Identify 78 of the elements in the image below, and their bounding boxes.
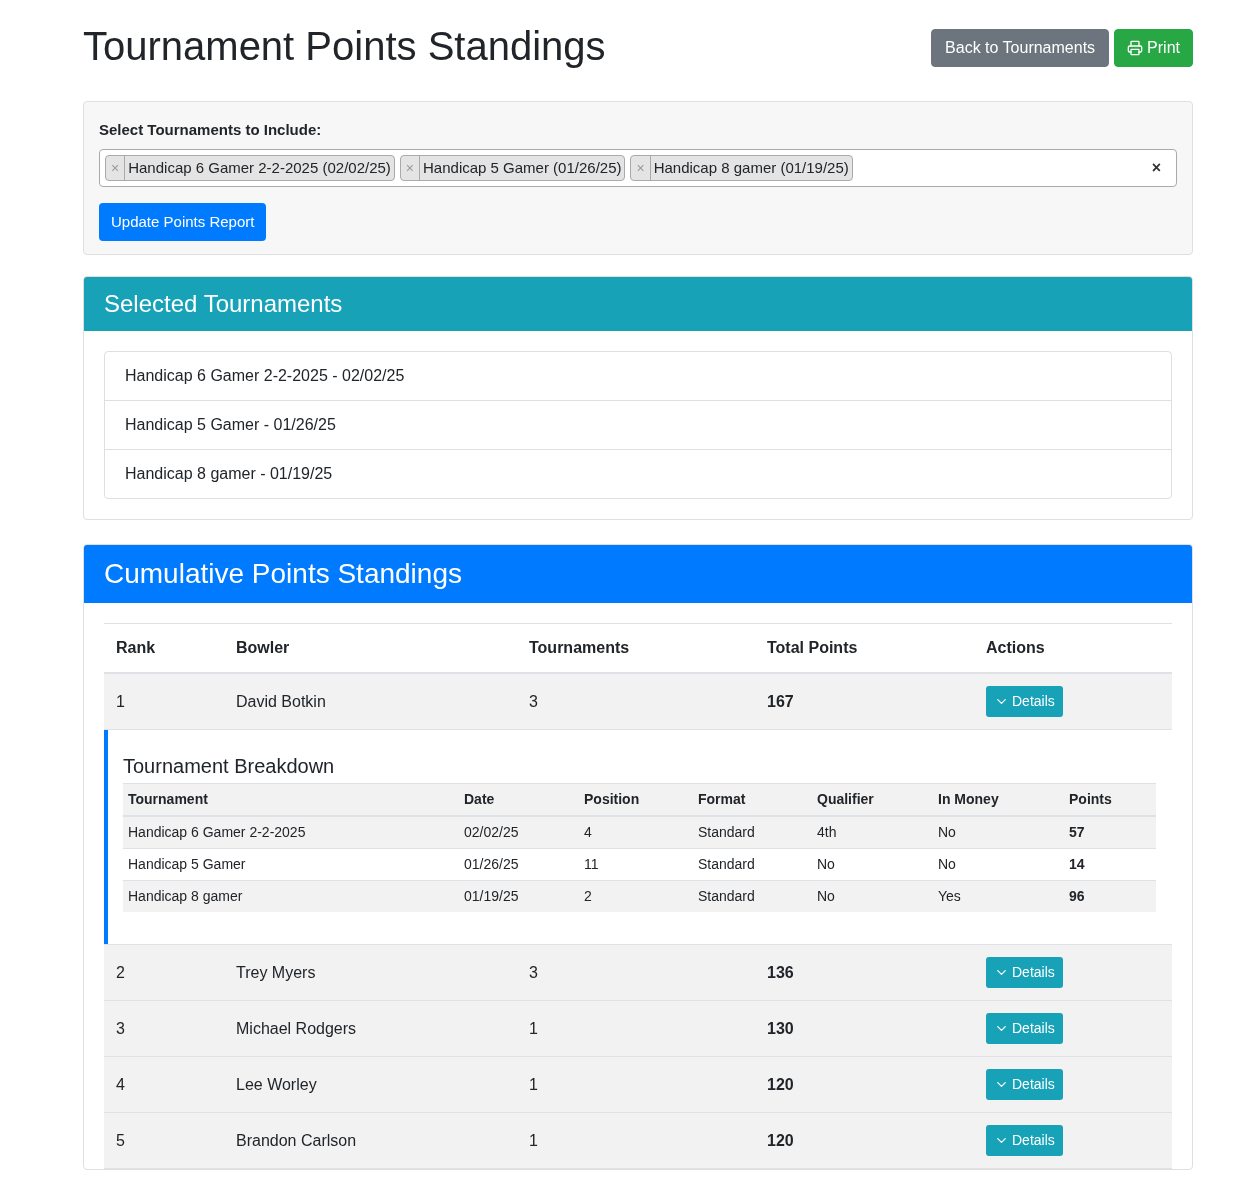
table-cell: 57: [1064, 816, 1156, 849]
remove-tag-button[interactable]: ×: [631, 156, 651, 180]
tournaments-cell: 3: [517, 944, 755, 1001]
column-header: Points: [1064, 783, 1156, 816]
tournament-list-item: Handicap 6 Gamer 2-2-2025 - 02/02/25: [124, 366, 406, 386]
table-cell: 11: [579, 848, 693, 881]
column-header: Position: [579, 783, 693, 816]
table-cell: 02/02/25: [459, 816, 579, 849]
total-points-cell: 120: [755, 1112, 974, 1169]
table-cell: Standard: [693, 848, 812, 881]
table-cell: 4: [579, 816, 693, 849]
tag-label: Handicap 6 Gamer 2-2-2025 (02/02/25): [127, 157, 392, 178]
table-cell: No: [933, 848, 1064, 881]
page-title: Tournament Points Standings: [83, 24, 606, 68]
clear-button[interactable]: ×: [1151, 158, 1161, 178]
tournaments-cell: 1: [517, 1000, 755, 1057]
rank-cell: 5: [104, 1112, 224, 1169]
printer-icon: [1127, 40, 1144, 56]
table-cell: Handicap 5 Gamer: [123, 848, 459, 881]
tournaments-cell: 3: [517, 673, 755, 730]
card-header: Selected Tournaments: [84, 277, 1192, 331]
bowler-cell: David Botkin: [224, 673, 517, 730]
tag-label: Handicap 8 gamer (01/19/25): [652, 157, 850, 178]
details-button[interactable]: Details: [986, 1069, 1063, 1100]
table-cell: No: [933, 816, 1064, 849]
total-points-cell: 167: [755, 673, 974, 730]
tournament-select[interactable]: × Handicap 6 Gamer 2-2-2025 (02/02/25) × Handicap 5 Gamer (01/26/25) × Handicap 8 gamer (01/19/25) ×: [99, 149, 1177, 187]
table-cell: Handicap 8 gamer: [123, 880, 459, 912]
table-cell: 14: [1064, 848, 1156, 881]
tournament-list-item: Handicap 5 Gamer - 01/26/25: [105, 400, 1171, 449]
table-cell: No: [812, 848, 933, 881]
column-header: In Money: [933, 783, 1064, 816]
bowler-cell: Michael Rodgers: [224, 1000, 517, 1057]
total-points-cell: 120: [755, 1056, 974, 1113]
filter-label: Select Tournaments to Include:: [99, 120, 323, 140]
details-button[interactable]: Details: [986, 686, 1063, 717]
table-cell: Yes: [933, 880, 1064, 912]
rank-cell: 3: [104, 1000, 224, 1057]
bowler-cell: Trey Myers: [224, 944, 517, 1001]
details-button[interactable]: Details: [986, 1013, 1063, 1044]
rank-cell: 4: [104, 1056, 224, 1113]
column-header: Actions: [974, 623, 1172, 673]
card-header: Cumulative Points Standings: [84, 545, 1192, 603]
column-header: Format: [693, 783, 812, 816]
table-cell: No: [812, 880, 933, 912]
table-cell: Handicap 6 Gamer 2-2-2025: [123, 816, 459, 849]
table-cell: 01/26/25: [459, 848, 579, 881]
rank-cell: 1: [104, 673, 224, 730]
back-button[interactable]: Back to Tournaments: [931, 29, 1110, 67]
table-cell: 2: [579, 880, 693, 912]
total-points-cell: 130: [755, 1000, 974, 1057]
tournaments-cell: 1: [517, 1056, 755, 1113]
print-button[interactable]: Print: [1114, 29, 1193, 67]
remove-tag-button[interactable]: ×: [400, 156, 421, 180]
bowler-cell: Brandon Carlson: [224, 1112, 517, 1169]
column-header: Total Points: [755, 623, 974, 673]
table-cell: 96: [1064, 880, 1156, 912]
column-header: Date: [459, 783, 579, 816]
rank-cell: 2: [104, 944, 224, 1001]
tournaments-cell: 1: [517, 1112, 755, 1169]
update-report-button[interactable]: Update Points Report: [99, 203, 267, 241]
remove-tag-button[interactable]: ×: [106, 156, 126, 180]
column-header: Tournament: [123, 783, 459, 816]
breakdown-title: Tournament Breakdown: [123, 754, 336, 778]
column-header: Bowler: [224, 623, 517, 673]
tag-label: Handicap 5 Gamer (01/26/25): [422, 157, 623, 178]
bowler-cell: Lee Worley: [224, 1056, 517, 1113]
table-cell: Standard: [693, 816, 812, 849]
tournament-list-item: Handicap 8 gamer - 01/19/25: [105, 449, 1171, 498]
details-button[interactable]: Details: [986, 1125, 1063, 1156]
table-cell: Standard: [693, 880, 812, 912]
column-header: Qualifier: [812, 783, 933, 816]
column-header: Tournaments: [517, 623, 755, 673]
column-header: Rank: [104, 623, 224, 673]
table-cell: 01/19/25: [459, 880, 579, 912]
total-points-cell: 136: [755, 944, 974, 1001]
details-button[interactable]: Details: [986, 957, 1063, 988]
table-cell: 4th: [812, 816, 933, 849]
